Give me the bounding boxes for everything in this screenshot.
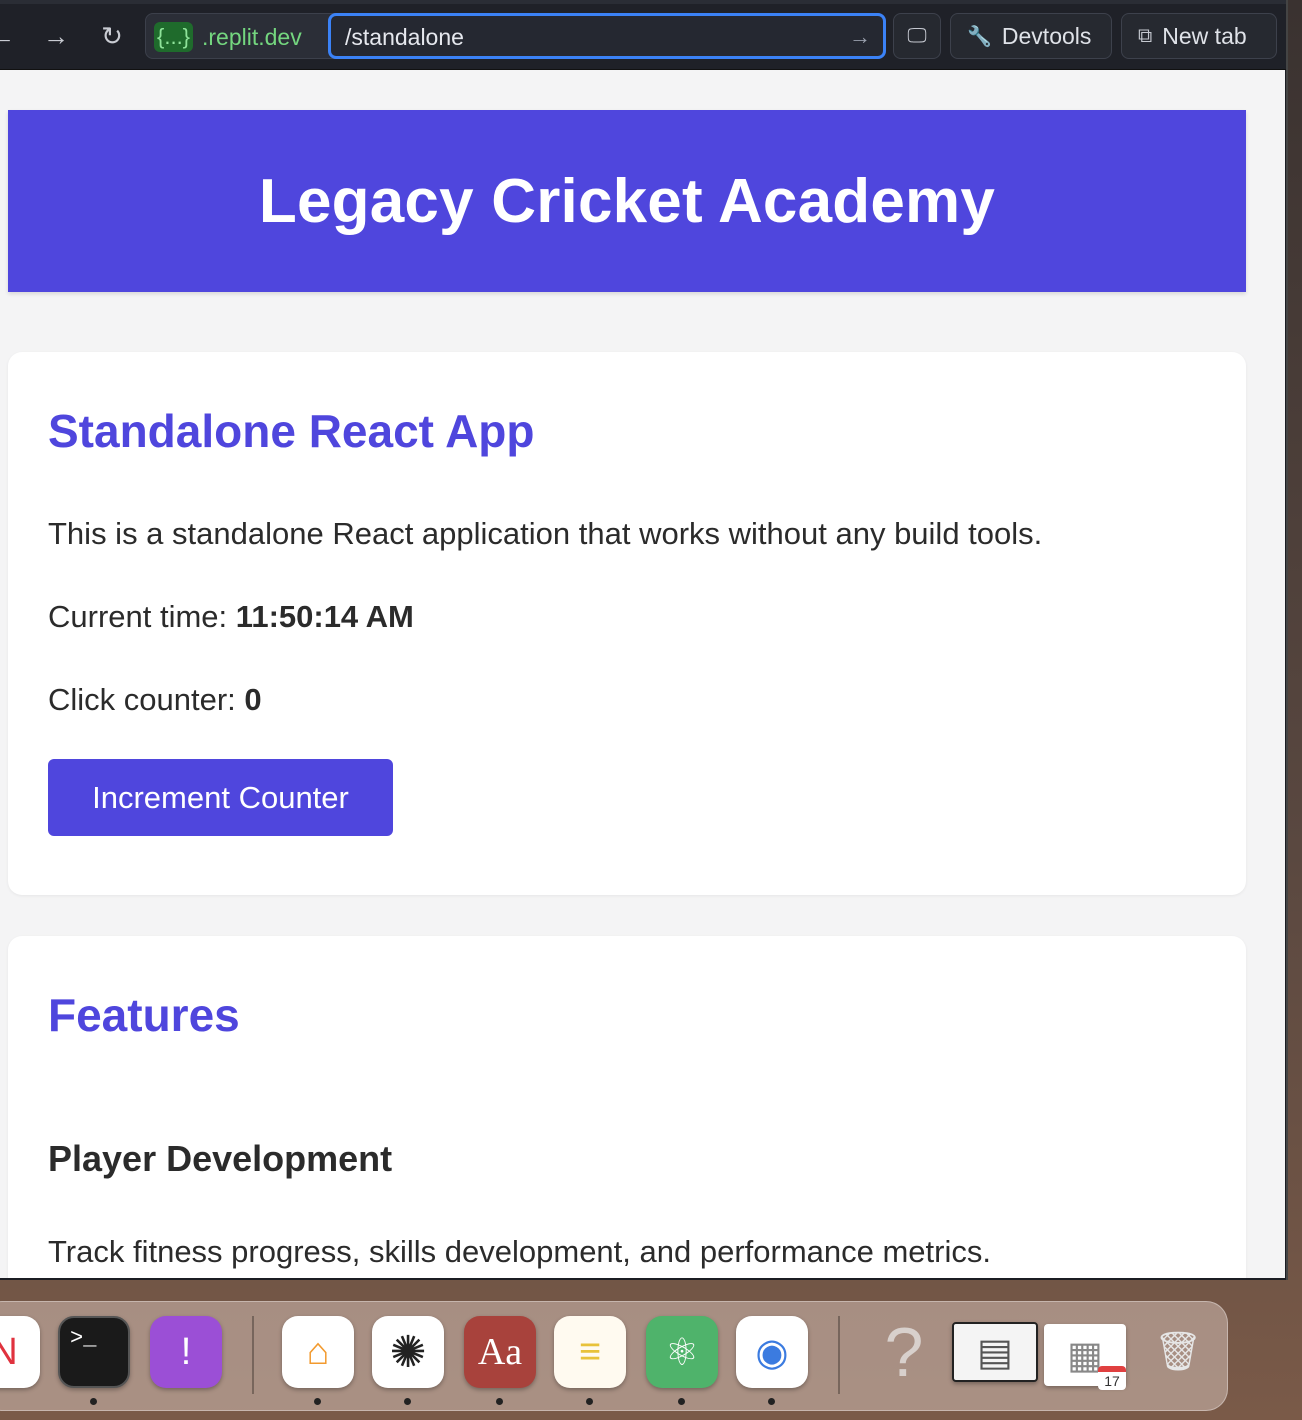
notes-app-icon[interactable]: ≡ xyxy=(554,1316,626,1388)
app-card: Standalone React App This is a standalon… xyxy=(8,352,1246,895)
reload-icon[interactable]: ↻ xyxy=(94,18,130,54)
tab-strip xyxy=(0,0,1286,4)
page-viewport[interactable]: Legacy Cricket Academy Standalone React … xyxy=(0,70,1285,1278)
time-label: Current time: xyxy=(48,599,228,634)
terminal-app-icon[interactable]: >_ xyxy=(58,1316,130,1388)
dock-separator xyxy=(252,1316,254,1394)
site-header: Legacy Cricket Academy xyxy=(8,110,1246,292)
screenshot-thumbnail-icon[interactable]: ▤ xyxy=(952,1322,1038,1382)
go-arrow-icon[interactable]: → xyxy=(849,24,871,50)
app-description: This is a standalone React application t… xyxy=(48,516,1043,551)
browser-window: ← → ↻ {...} .replit.dev → 🖵 🔧 Devtools ⧉… xyxy=(0,0,1288,1280)
trash-icon[interactable]: 🗑 xyxy=(1142,1316,1214,1388)
device-preview-button[interactable]: 🖵 xyxy=(893,13,941,59)
dictionary-app-icon[interactable]: Aa xyxy=(464,1316,536,1388)
click-counter-line: Click counter: 0 xyxy=(48,682,262,718)
new-tab-label: New tab xyxy=(1162,22,1247,49)
dock-running-indicator xyxy=(586,1398,593,1405)
dock-running-indicator xyxy=(404,1398,411,1405)
current-time-line: Current time: 11:50:14 AM xyxy=(48,599,414,635)
domain-text: .replit.dev xyxy=(202,24,302,50)
chatgpt-app-icon[interactable]: ✺ xyxy=(372,1316,444,1388)
chrome-app-icon[interactable]: ◉ xyxy=(736,1316,808,1388)
monitor-icon: 🖵 xyxy=(907,24,927,47)
feedback-app-icon[interactable]: ! xyxy=(150,1316,222,1388)
features-title: Features xyxy=(48,989,240,1041)
counter-label: Click counter: xyxy=(48,682,236,717)
features-card: Features Player Development Track fitnes… xyxy=(8,936,1246,1278)
new-tab-button[interactable]: ⧉ New tab xyxy=(1121,13,1277,59)
counter-value: 0 xyxy=(244,682,262,717)
back-icon[interactable]: ← xyxy=(0,18,20,54)
increment-counter-button[interactable]: Increment Counter xyxy=(48,759,393,836)
time-value: 11:50:14 AM xyxy=(235,599,414,634)
calendar-badge: 17 xyxy=(1098,1366,1126,1390)
site-title: Legacy Cricket Academy xyxy=(258,166,996,236)
wrench-icon: 🔧 xyxy=(967,25,992,48)
domain-badge: {...} xyxy=(154,22,194,52)
atom-app-icon[interactable]: ⚛ xyxy=(646,1316,718,1388)
dock-separator xyxy=(838,1316,840,1394)
home-app-icon[interactable]: ⌂ xyxy=(282,1316,354,1388)
dock-running-indicator xyxy=(90,1398,97,1405)
help-app-icon[interactable]: ? xyxy=(868,1313,940,1391)
news-app-icon[interactable]: N xyxy=(0,1316,40,1388)
dock-running-indicator xyxy=(314,1398,321,1405)
browser-toolbar: ← → ↻ {...} .replit.dev → 🖵 🔧 Devtools ⧉… xyxy=(0,0,1286,70)
dock-running-indicator xyxy=(496,1398,503,1405)
devtools-label: Devtools xyxy=(1001,22,1092,49)
feature-title: Player Development xyxy=(48,1138,393,1179)
dock-running-indicator xyxy=(768,1398,775,1405)
path-field[interactable]: → xyxy=(328,13,886,59)
dock-running-indicator xyxy=(678,1398,685,1405)
app-card-title: Standalone React App xyxy=(48,405,535,457)
forward-icon[interactable]: → xyxy=(38,18,74,54)
external-link-icon: ⧉ xyxy=(1138,24,1153,47)
address-bar[interactable]: {...} .replit.dev → xyxy=(145,13,886,59)
devtools-button[interactable]: 🔧 Devtools xyxy=(950,13,1112,59)
path-input[interactable] xyxy=(345,22,825,52)
feature-description: Track fitness progress, skills developme… xyxy=(48,1234,991,1269)
